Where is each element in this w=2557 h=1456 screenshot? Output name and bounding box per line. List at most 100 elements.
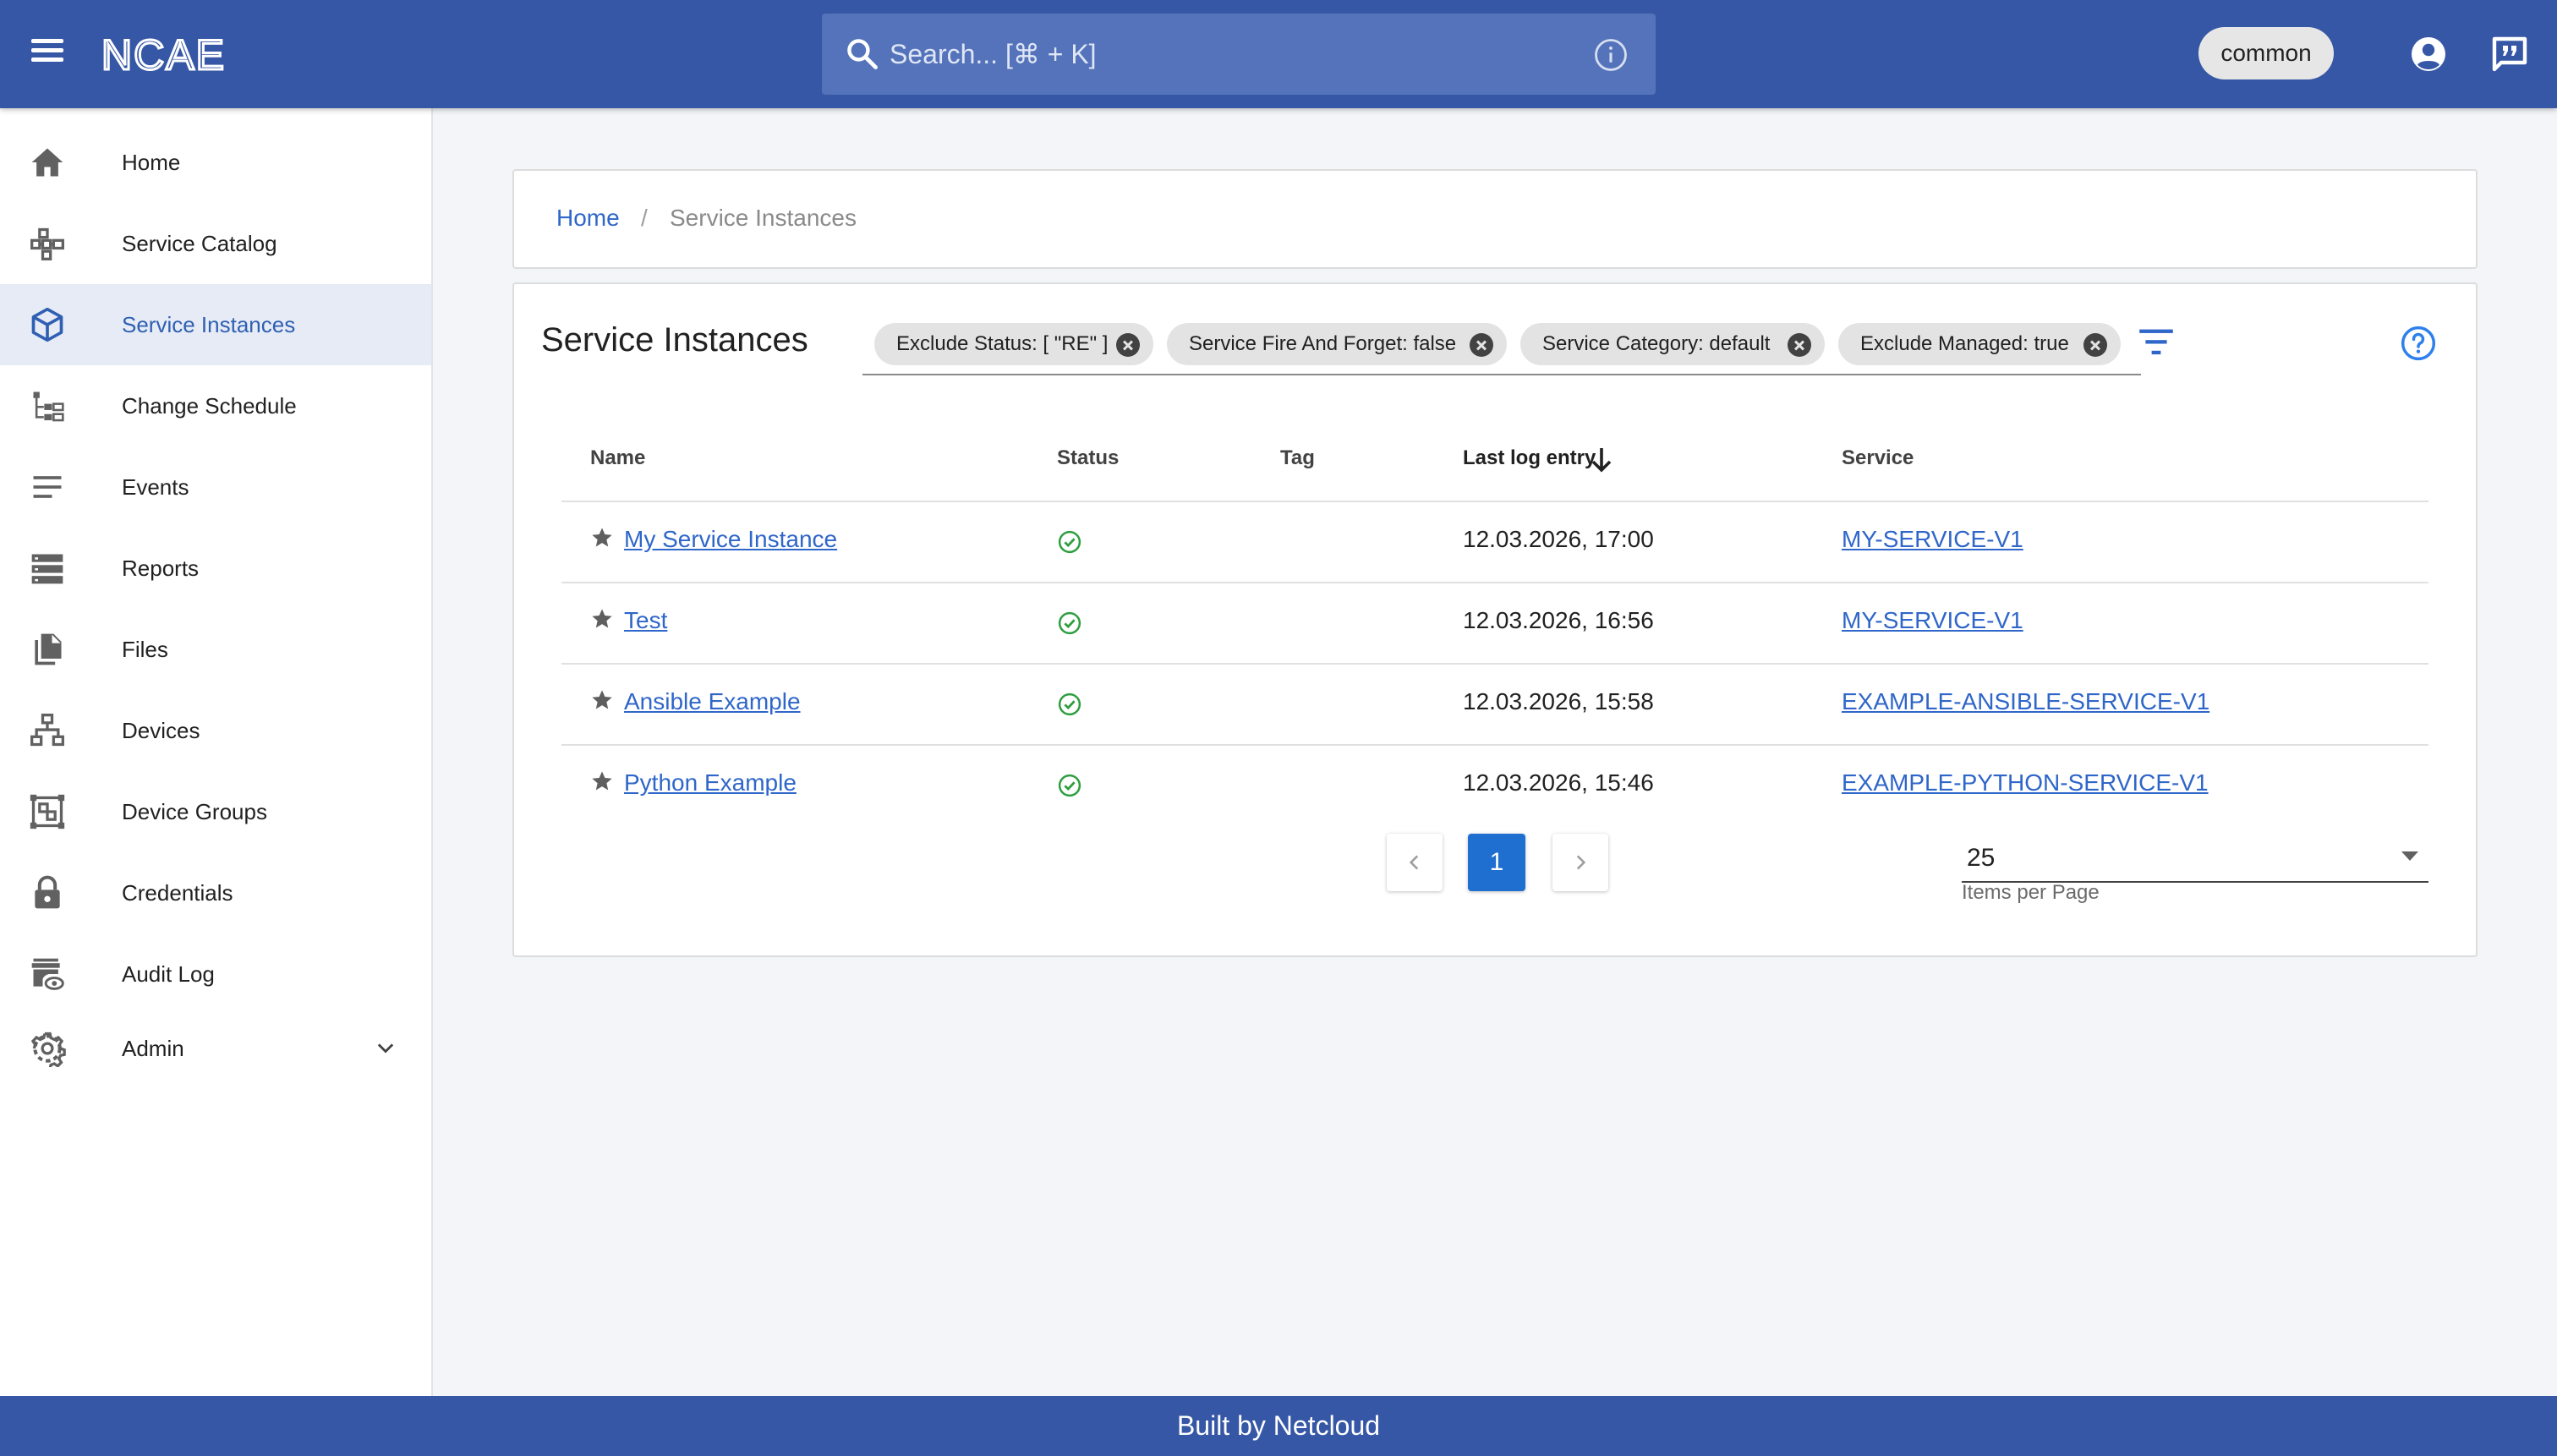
- sort-descending-icon[interactable]: [1590, 446, 1613, 473]
- column-header-status[interactable]: Status: [1057, 446, 1119, 470]
- status-ok-icon: [1058, 611, 1081, 635]
- search-input[interactable]: [890, 32, 1549, 76]
- last-log-entry: 12.03.2026, 15:46: [1463, 769, 1654, 796]
- service-link[interactable]: EXAMPLE-PYTHON-SERVICE-V1: [1842, 769, 2209, 796]
- breadcrumb: Home / Service Instances: [512, 169, 2478, 269]
- sidebar-item-label: Service Catalog: [122, 231, 277, 256]
- info-icon[interactable]: [1593, 37, 1629, 73]
- global-search[interactable]: [822, 14, 1656, 95]
- sidebar-nav: Home Service Catalog Service Instances C…: [0, 108, 433, 1396]
- lock-icon: [35, 875, 60, 909]
- filter-chip-label: Service Category: default: [1542, 332, 1771, 355]
- page-title: Service Instances: [541, 321, 808, 359]
- storage-icon: [31, 554, 63, 584]
- lines-icon: [33, 476, 62, 498]
- instance-name-link[interactable]: Ansible Example: [624, 688, 801, 715]
- sidebar-item-label: Service Instances: [122, 312, 296, 337]
- sidebar-item-label: Devices: [122, 718, 200, 743]
- filter-chip-label: Exclude Status: [ "RE" ]: [896, 332, 1109, 355]
- sidebar-item-home[interactable]: Home: [0, 122, 431, 203]
- sidebar-item-devices[interactable]: Devices: [0, 690, 431, 771]
- dropdown-caret-icon: [2401, 851, 2418, 861]
- column-header-name[interactable]: Name: [590, 446, 645, 470]
- sidebar-item-reports[interactable]: Reports: [0, 528, 431, 609]
- breadcrumb-home-link[interactable]: Home: [556, 205, 620, 232]
- sidebar-item-change-schedule[interactable]: Change Schedule: [0, 365, 431, 446]
- sidebar-item-audit-log[interactable]: Audit Log: [0, 933, 431, 1015]
- audit-eye-icon: [31, 958, 64, 990]
- chevron-left-icon: [1409, 855, 1419, 870]
- sidebar-item-label: Audit Log: [122, 961, 215, 987]
- filter-chips[interactable]: Exclude Status: [ "RE" ] Service Fire An…: [862, 318, 2141, 375]
- service-link[interactable]: EXAMPLE-ANSIBLE-SERVICE-V1: [1842, 688, 2209, 715]
- previous-page-button[interactable]: [1387, 834, 1443, 891]
- filter-chip-label: Service Fire And Forget: false: [1189, 332, 1457, 355]
- sidebar-item-credentials[interactable]: Credentials: [0, 852, 431, 933]
- chevron-down-icon[interactable]: [372, 1037, 399, 1060]
- service-catalog-icon: [30, 227, 64, 260]
- service-link[interactable]: MY-SERVICE-V1: [1842, 526, 2023, 553]
- chip-remove-icon[interactable]: [1116, 333, 1140, 357]
- sidebar-item-service-instances[interactable]: Service Instances: [0, 284, 431, 365]
- column-header-tag[interactable]: Tag: [1280, 446, 1315, 470]
- instance-name-link[interactable]: Python Example: [624, 769, 797, 796]
- svg-text:NCAE: NCAE: [101, 31, 226, 78]
- filter-chip-exclude-status[interactable]: Exclude Status: [ "RE" ]: [874, 323, 1153, 365]
- favorite-star-icon[interactable]: [590, 607, 614, 631]
- footer: Built by Netcloud: [0, 1396, 2557, 1456]
- device-groups-icon: [30, 794, 65, 829]
- status-ok-icon: [1058, 774, 1081, 797]
- chip-remove-icon[interactable]: [1470, 333, 1493, 357]
- home-icon: [31, 148, 63, 177]
- sidebar-item-device-groups[interactable]: Device Groups: [0, 771, 431, 852]
- chevron-right-icon: [1576, 855, 1586, 870]
- account-circle-icon[interactable]: [2408, 34, 2449, 74]
- footer-text: Built by Netcloud: [1176, 1410, 1381, 1441]
- breadcrumb-separator: /: [641, 205, 648, 231]
- sidebar-item-files[interactable]: Files: [0, 609, 431, 690]
- table-divider: [561, 582, 2428, 583]
- sidebar-item-label: Home: [122, 150, 181, 175]
- sidebar-item-admin[interactable]: Admin: [0, 1008, 431, 1089]
- network-icon: [30, 714, 64, 747]
- gear-icon: [30, 1032, 66, 1067]
- status-ok-icon: [1058, 530, 1081, 554]
- sidebar-item-service-catalog[interactable]: Service Catalog: [0, 203, 431, 284]
- column-header-last-log-entry[interactable]: Last log entry: [1463, 446, 1596, 470]
- filter-chip-service-category[interactable]: Service Category: default: [1520, 323, 1825, 365]
- help-icon[interactable]: [2400, 325, 2437, 362]
- instance-name-link[interactable]: My Service Instance: [624, 526, 837, 553]
- ncae-logo[interactable]: NCAE: [101, 30, 271, 78]
- last-log-entry: 12.03.2026, 15:58: [1463, 688, 1654, 714]
- page-1-button[interactable]: 1: [1468, 834, 1525, 891]
- chip-remove-icon[interactable]: [2083, 333, 2107, 357]
- favorite-star-icon[interactable]: [590, 769, 614, 793]
- service-link[interactable]: MY-SERVICE-V1: [1842, 607, 2023, 634]
- sidebar-item-events[interactable]: Events: [0, 446, 431, 528]
- favorite-star-icon[interactable]: [590, 688, 614, 712]
- sidebar-item-label: Admin: [122, 1036, 184, 1061]
- filter-list-icon[interactable]: [2138, 326, 2175, 357]
- next-page-button[interactable]: [1552, 834, 1608, 891]
- filter-chip-fire-and-forget[interactable]: Service Fire And Forget: false: [1167, 323, 1507, 365]
- table-divider: [561, 744, 2428, 746]
- last-log-entry: 12.03.2026, 16:56: [1463, 607, 1654, 633]
- hamburger-menu-icon[interactable]: [24, 34, 71, 74]
- chip-remove-icon[interactable]: [1788, 333, 1811, 357]
- table-divider: [561, 501, 2428, 502]
- sidebar-item-label: Change Schedule: [122, 393, 297, 419]
- favorite-star-icon[interactable]: [590, 526, 614, 550]
- sidebar-item-label: Events: [122, 474, 189, 500]
- service-instances-panel: Service Instances Exclude Status: [ "RE"…: [512, 282, 2478, 957]
- filter-chip-exclude-managed[interactable]: Exclude Managed: true: [1838, 323, 2121, 365]
- tenant-selector[interactable]: common: [2198, 27, 2334, 79]
- last-log-entry: 12.03.2026, 17:00: [1463, 526, 1654, 552]
- instance-name-link[interactable]: Test: [624, 607, 667, 634]
- filter-chip-label: Exclude Managed: true: [1860, 332, 2069, 355]
- feedback-icon[interactable]: [2489, 34, 2530, 74]
- status-ok-icon: [1058, 692, 1081, 716]
- items-per-page-select[interactable]: 25: [1962, 830, 2428, 883]
- search-icon: [847, 39, 878, 69]
- column-header-service[interactable]: Service: [1842, 446, 1914, 470]
- sidebar-item-label: Files: [122, 637, 168, 662]
